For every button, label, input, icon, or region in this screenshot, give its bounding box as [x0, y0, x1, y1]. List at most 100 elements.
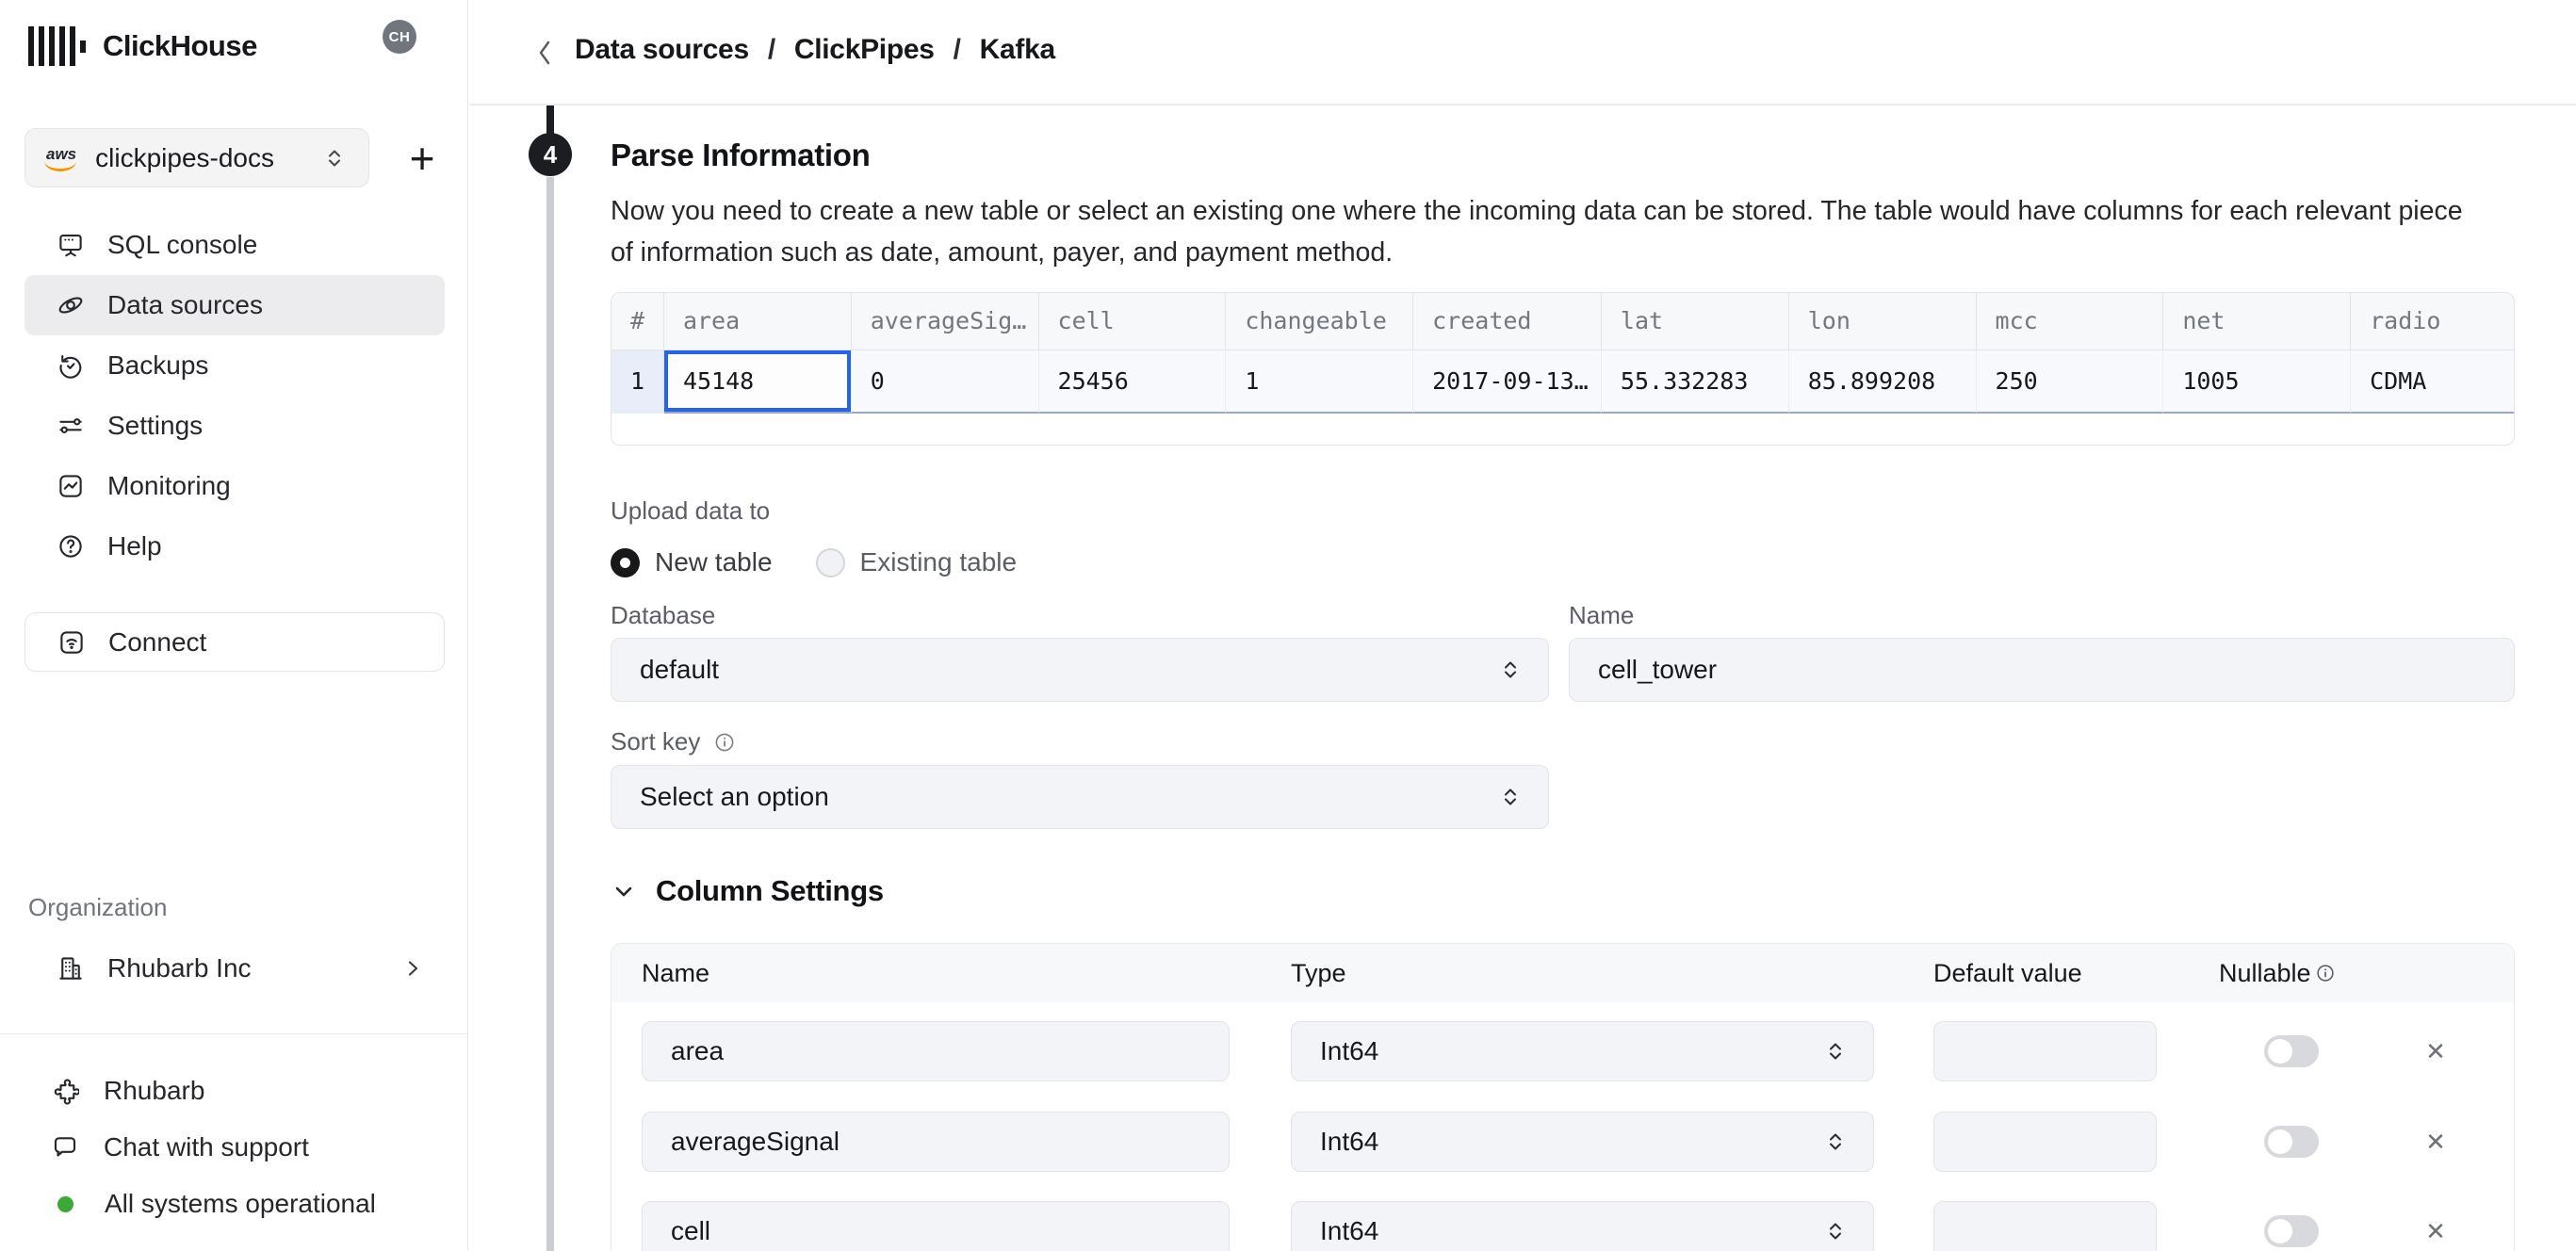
column-type-value: Int64: [1320, 1036, 1378, 1066]
sidebar-item-data-sources[interactable]: Data sources: [24, 275, 445, 335]
column-type-value: Int64: [1320, 1127, 1378, 1157]
column-name-input[interactable]: [642, 1201, 1230, 1251]
sidebar-item-label: Help: [107, 531, 162, 561]
breadcrumb-separator: /: [954, 34, 961, 66]
database-label: Database: [611, 601, 715, 630]
breadcrumb-data-sources[interactable]: Data sources: [575, 34, 749, 66]
info-icon[interactable]: [713, 731, 736, 754]
default-value-input[interactable]: [1933, 1021, 2157, 1081]
remove-column-button[interactable]: ✕: [2422, 1038, 2449, 1064]
column-type-select[interactable]: Int64: [1291, 1021, 1874, 1081]
preview-header-cell: averageSig…: [852, 293, 1039, 350]
chevron-updown-icon: [1822, 1129, 1849, 1155]
column-name-input[interactable]: [642, 1112, 1230, 1172]
preview-header-cell: radio: [2351, 293, 2514, 350]
chevron-right-icon: [401, 957, 424, 980]
chevron-left-icon: [534, 37, 555, 69]
sidebar-item-label: Monitoring: [107, 471, 231, 501]
sort-key-select-value: Select an option: [640, 782, 829, 812]
column-settings-row: Int64 ✕: [611, 1021, 2515, 1081]
organization-name: Rhubarb Inc: [107, 953, 401, 983]
preview-cell[interactable]: 1005: [2163, 350, 2351, 414]
organization-row[interactable]: Rhubarb Inc: [24, 938, 445, 999]
preview-cell[interactable]: 25456: [1039, 350, 1227, 414]
preview-cell[interactable]: 0: [852, 350, 1039, 414]
default-value-input[interactable]: [1933, 1201, 2157, 1251]
app-window: ClickHouse CH aws clickpipes-docs + SQL …: [0, 0, 2576, 1251]
breadcrumb-kafka[interactable]: Kafka: [980, 34, 1055, 66]
column-settings-title: Column Settings: [656, 874, 884, 908]
sidebar-nav: SQL console Data sources Backups: [24, 215, 445, 577]
cs-header-type: Type: [1291, 944, 1346, 1002]
sidebar-item-label: SQL console: [107, 230, 257, 260]
preview-header-row: # area averageSig… cell changeable creat…: [611, 293, 2514, 350]
nullable-toggle[interactable]: [2264, 1035, 2319, 1067]
sidebar-item-monitoring[interactable]: Monitoring: [24, 456, 445, 516]
column-settings-row: Int64 ✕: [611, 1112, 2515, 1172]
column-type-value: Int64: [1320, 1216, 1378, 1246]
name-label: Name: [1569, 601, 1634, 630]
connect-button[interactable]: Connect: [24, 612, 445, 672]
preview-cell[interactable]: 1: [1226, 350, 1413, 414]
existing-table-label: Existing table: [860, 547, 1018, 577]
timeline-segment-done: [546, 106, 554, 136]
preview-cell[interactable]: 55.332283: [1602, 350, 1789, 414]
sidebar-divider: [0, 1033, 468, 1034]
new-table-radio[interactable]: [611, 548, 640, 577]
preview-cell-area-selected[interactable]: 45148: [664, 350, 852, 414]
column-name-input[interactable]: [642, 1021, 1230, 1081]
chat-with-support-item[interactable]: Chat with support: [24, 1119, 445, 1176]
preview-header-cell: mcc: [1977, 293, 2164, 350]
add-service-button[interactable]: +: [396, 132, 448, 185]
chevron-updown-icon: [321, 145, 348, 171]
table-name-input[interactable]: [1569, 638, 2515, 702]
project-selector[interactable]: aws clickpipes-docs: [24, 128, 369, 187]
column-settings-row: Int64 ✕: [611, 1201, 2515, 1251]
organization-section-label: Organization: [28, 893, 167, 922]
sort-key-label-row: Sort key: [611, 727, 736, 756]
preview-header-cell: changeable: [1226, 293, 1413, 350]
chevron-updown-icon: [1822, 1038, 1849, 1064]
preview-data-row: 1 45148 0 25456 1 2017-09-13… 55.332283 …: [611, 350, 2514, 414]
database-select[interactable]: default: [611, 638, 1549, 702]
sort-key-label: Sort key: [611, 727, 700, 756]
breadcrumb: Data sources / ClickPipes / Kafka: [575, 34, 1055, 66]
sidebar: ClickHouse CH aws clickpipes-docs + SQL …: [0, 0, 468, 1251]
column-type-select[interactable]: Int64: [1291, 1112, 1874, 1172]
nullable-toggle[interactable]: [2264, 1126, 2319, 1158]
column-type-select[interactable]: Int64: [1291, 1201, 1874, 1251]
sidebar-item-settings[interactable]: Settings: [24, 396, 445, 456]
chevron-updown-icon: [1822, 1218, 1849, 1244]
sidebar-item-help[interactable]: Help: [24, 516, 445, 577]
column-settings-toggle[interactable]: Column Settings: [611, 874, 884, 908]
info-icon[interactable]: [2315, 963, 2336, 983]
preview-cell[interactable]: CDMA: [2351, 350, 2514, 414]
project-name: clickpipes-docs: [95, 143, 321, 173]
database-select-value: default: [640, 655, 719, 685]
default-value-input[interactable]: [1933, 1112, 2157, 1172]
preview-cell[interactable]: 2017-09-13…: [1413, 350, 1602, 414]
preview-cell[interactable]: 85.899208: [1789, 350, 1977, 414]
settings-sliders-icon: [57, 412, 85, 440]
sidebar-item-sql-console[interactable]: SQL console: [24, 215, 445, 275]
integrations-rhubarb-item[interactable]: Rhubarb: [24, 1063, 445, 1119]
breadcrumb-clickpipes[interactable]: ClickPipes: [794, 34, 935, 66]
footer-item-label: Rhubarb: [104, 1076, 204, 1106]
existing-table-radio[interactable]: [816, 548, 845, 577]
system-status-item[interactable]: All systems operational: [24, 1176, 445, 1232]
cs-header-name: Name: [642, 944, 709, 1002]
help-icon: [57, 532, 85, 561]
connect-icon: [57, 628, 86, 657]
sidebar-item-backups[interactable]: Backups: [24, 335, 445, 396]
user-avatar[interactable]: CH: [383, 20, 416, 54]
remove-column-button[interactable]: ✕: [2422, 1218, 2449, 1244]
sort-key-select[interactable]: Select an option: [611, 765, 1549, 829]
timeline-segment-pending: [546, 177, 554, 1251]
sidebar-item-label: Backups: [107, 350, 208, 381]
back-button[interactable]: [528, 36, 562, 70]
upload-data-to-label: Upload data to: [611, 496, 770, 526]
remove-column-button[interactable]: ✕: [2422, 1129, 2449, 1155]
preview-cell[interactable]: 250: [1977, 350, 2164, 414]
nullable-toggle[interactable]: [2264, 1215, 2319, 1247]
monitoring-chart-icon: [57, 472, 85, 500]
